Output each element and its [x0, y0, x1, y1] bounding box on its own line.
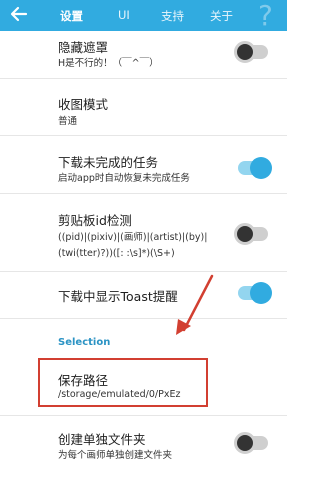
hide-mask-subtitle: H是不行的！（￣^￣） [58, 58, 159, 69]
tab-settings[interactable]: 设置 [60, 8, 83, 24]
top-app-bar: 设置 UI 支持 关于 ? [0, 0, 287, 32]
per-artist-folder-toggle[interactable] [234, 430, 272, 456]
help-icon[interactable]: ? [258, 0, 273, 32]
clipboard-regex-line1: ((pid)|(pixiv)|(画师)|(artist)|(by)| [58, 232, 208, 243]
annotation-highlight-box [38, 358, 208, 407]
section-header-selection: Selection [58, 337, 111, 348]
clipboard-id-title: 剪贴板id检测 [58, 213, 132, 228]
divider [0, 415, 287, 416]
back-arrow-icon[interactable] [8, 3, 30, 25]
clipboard-regex-line2: (twi(tter)?))([: :\s]*)(\S+) [58, 248, 175, 259]
resume-downloads-title: 下载未完成的任务 [58, 155, 159, 170]
resume-downloads-subtitle: 启动app时自动恢复未完成任务 [58, 173, 190, 184]
divider [0, 78, 287, 79]
collection-mode-value: 普通 [58, 116, 78, 127]
tab-about[interactable]: 关于 [210, 8, 233, 24]
download-toast-title: 下载中显示Toast提醒 [58, 289, 178, 304]
download-toast-toggle[interactable] [234, 280, 272, 306]
tab-ui[interactable]: UI [118, 8, 130, 22]
tab-support[interactable]: 支持 [161, 8, 184, 24]
divider [0, 271, 287, 272]
per-artist-folder-subtitle: 为每个画师单独创建文件夹 [58, 450, 173, 461]
divider [0, 318, 287, 319]
hide-mask-title: 隐藏遮罩 [58, 40, 109, 55]
clipboard-id-toggle[interactable] [234, 221, 272, 247]
resume-downloads-toggle[interactable] [234, 155, 272, 181]
collection-mode-title: 收图模式 [58, 97, 109, 112]
divider [0, 193, 287, 194]
divider [0, 135, 287, 136]
per-artist-folder-title: 创建单独文件夹 [58, 432, 146, 447]
hide-mask-toggle[interactable] [234, 39, 272, 65]
